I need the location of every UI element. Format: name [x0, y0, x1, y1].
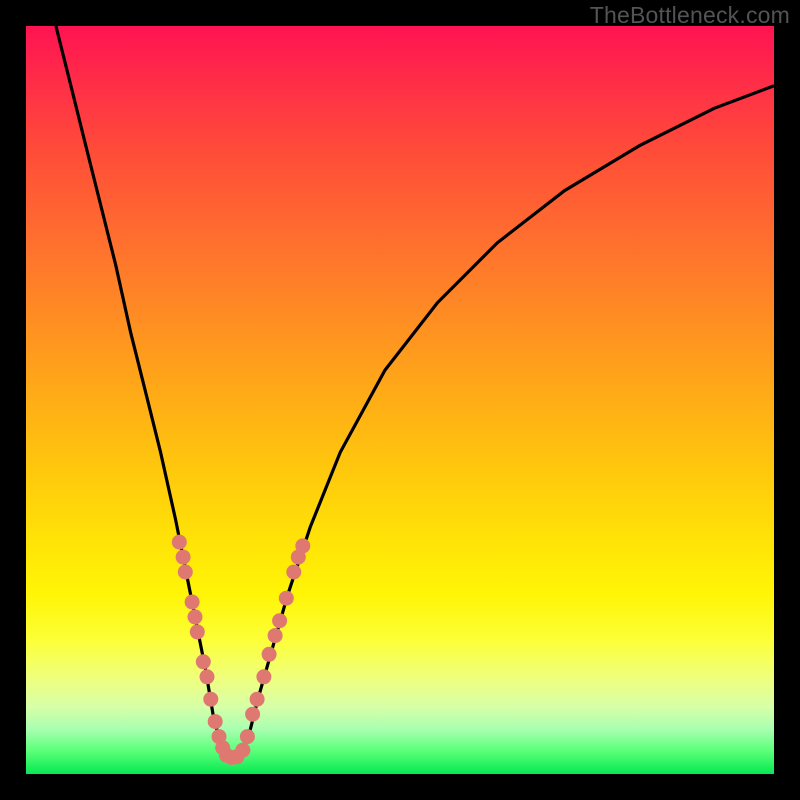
plot-area	[26, 26, 774, 774]
data-dot	[262, 647, 277, 662]
data-dot	[295, 538, 310, 553]
data-dot	[250, 692, 265, 707]
data-dot	[286, 565, 301, 580]
curve-svg	[26, 26, 774, 774]
data-dot	[235, 743, 250, 758]
data-dot	[279, 591, 294, 606]
data-dot	[208, 714, 223, 729]
data-dot	[178, 565, 193, 580]
data-dot	[245, 707, 260, 722]
bottleneck-curve	[56, 26, 774, 759]
data-dot	[240, 729, 255, 744]
data-dot	[200, 669, 215, 684]
data-dot	[172, 535, 187, 550]
data-dot	[185, 595, 200, 610]
data-dot	[272, 613, 287, 628]
data-dot	[196, 654, 211, 669]
chart-frame: TheBottleneck.com	[0, 0, 800, 800]
data-dot	[203, 692, 218, 707]
watermark-text: TheBottleneck.com	[590, 2, 790, 29]
data-dot	[190, 624, 205, 639]
data-dot	[256, 669, 271, 684]
data-dot	[176, 550, 191, 565]
data-dot	[268, 628, 283, 643]
data-dot	[188, 609, 203, 624]
data-dots	[172, 535, 310, 765]
